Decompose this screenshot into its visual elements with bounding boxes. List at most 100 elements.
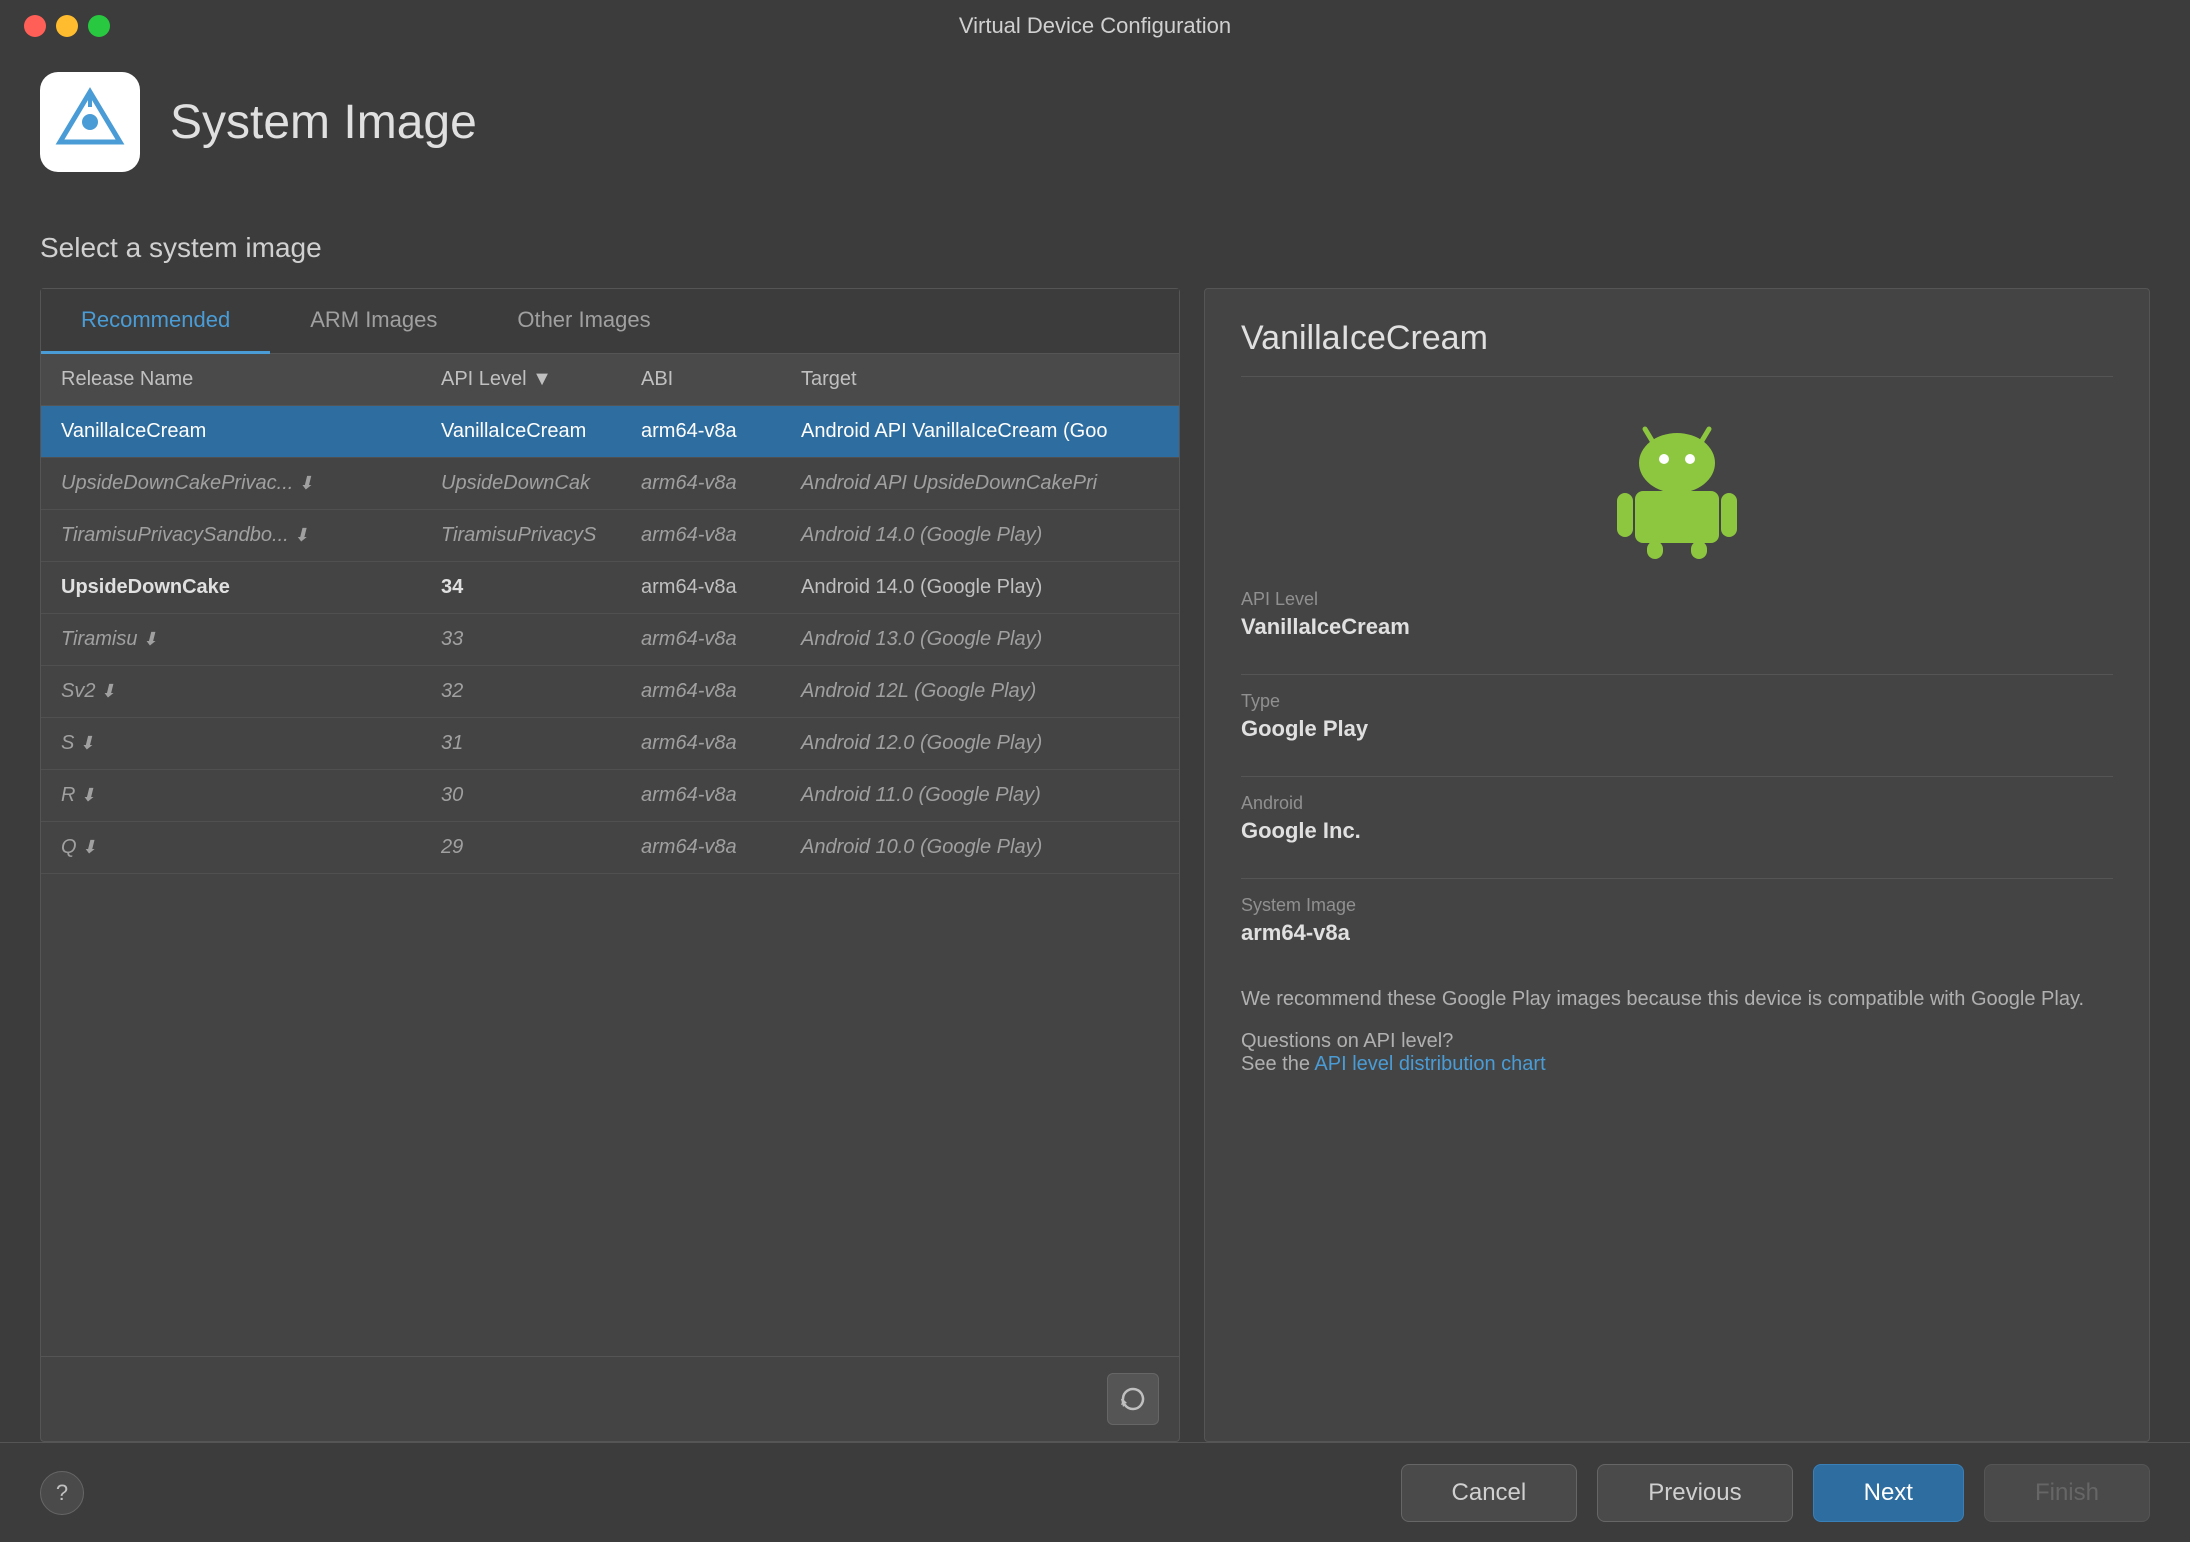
table-row[interactable]: Tiramisu ⬇33arm64-v8aAndroid 13.0 (Googl… bbox=[41, 614, 1179, 666]
target-cell: Android 13.0 (Google Play) bbox=[781, 614, 1179, 666]
target-cell: Android 14.0 (Google Play) bbox=[781, 562, 1179, 614]
divider-3 bbox=[1241, 878, 2113, 879]
target-cell: Android 12.0 (Google Play) bbox=[781, 718, 1179, 770]
target-cell: Android 14.0 (Google Play) bbox=[781, 510, 1179, 562]
type-label: Type bbox=[1241, 691, 2113, 712]
help-button[interactable]: ? bbox=[40, 1471, 84, 1515]
tab-arm-images[interactable]: ARM Images bbox=[270, 289, 477, 354]
minimize-button[interactable] bbox=[56, 15, 78, 37]
api-level-cell: 34 bbox=[421, 562, 621, 614]
select-system-image-label: Select a system image bbox=[40, 232, 2150, 264]
api-link-area: Questions on API level? See the API leve… bbox=[1241, 1030, 2113, 1076]
abi-cell: arm64-v8a bbox=[621, 406, 781, 458]
download-icon[interactable]: ⬇ bbox=[77, 837, 97, 857]
page-title: System Image bbox=[170, 95, 477, 150]
release-name-cell: VanillaIceCream bbox=[41, 406, 421, 458]
table-row[interactable]: TiramisuPrivacySandbo... ⬇TiramisuPrivac… bbox=[41, 510, 1179, 562]
table-row[interactable]: UpsideDownCake34arm64-v8aAndroid 14.0 (G… bbox=[41, 562, 1179, 614]
type-detail: Type Google Play bbox=[1241, 691, 2113, 742]
bottom-left: ? bbox=[40, 1471, 84, 1515]
android-label: Android bbox=[1241, 793, 2113, 814]
download-icon[interactable]: ⬇ bbox=[293, 473, 313, 493]
api-level-cell: VanillaIceCream bbox=[421, 406, 621, 458]
next-button[interactable]: Next bbox=[1813, 1464, 1964, 1522]
table-row[interactable]: UpsideDownCakePrivac... ⬇UpsideDownCakar… bbox=[41, 458, 1179, 510]
android-figure bbox=[1241, 401, 2113, 561]
refresh-area bbox=[41, 1356, 1179, 1441]
target-cell: Android API UpsideDownCakePri bbox=[781, 458, 1179, 510]
release-name-cell: UpsideDownCake bbox=[41, 562, 421, 614]
release-name-cell: Q ⬇ bbox=[41, 822, 421, 874]
title-bar: Virtual Device Configuration bbox=[0, 0, 2190, 52]
recommend-text: We recommend these Google Play images be… bbox=[1241, 984, 2113, 1014]
cancel-button[interactable]: Cancel bbox=[1401, 1464, 1578, 1522]
release-name-cell: R ⬇ bbox=[41, 770, 421, 822]
header-area: System Image bbox=[40, 72, 2150, 192]
divider-2 bbox=[1241, 776, 2113, 777]
system-image-label: System Image bbox=[1241, 895, 2113, 916]
download-icon[interactable]: ⬇ bbox=[138, 629, 158, 649]
col-target: Target bbox=[781, 354, 1179, 406]
panels-area: Recommended ARM Images Other Images Rele… bbox=[40, 288, 2150, 1442]
system-image-table-container: Release Name API Level ▼ ABI Target Vani… bbox=[41, 354, 1179, 1356]
download-icon[interactable]: ⬇ bbox=[74, 733, 94, 753]
api-level-cell: 32 bbox=[421, 666, 621, 718]
download-icon[interactable]: ⬇ bbox=[75, 785, 95, 805]
abi-cell: arm64-v8a bbox=[621, 666, 781, 718]
api-level-chart-link[interactable]: API level distribution chart bbox=[1314, 1053, 1545, 1075]
abi-cell: arm64-v8a bbox=[621, 822, 781, 874]
tab-recommended[interactable]: Recommended bbox=[41, 289, 270, 354]
api-level-cell: 33 bbox=[421, 614, 621, 666]
api-level-cell: UpsideDownCak bbox=[421, 458, 621, 510]
abi-cell: arm64-v8a bbox=[621, 510, 781, 562]
download-icon[interactable]: ⬇ bbox=[95, 681, 115, 701]
release-name-cell: Sv2 ⬇ bbox=[41, 666, 421, 718]
refresh-icon bbox=[1119, 1385, 1147, 1413]
table-header-row: Release Name API Level ▼ ABI Target bbox=[41, 354, 1179, 406]
abi-cell: arm64-v8a bbox=[621, 562, 781, 614]
release-name-cell: TiramisuPrivacySandbo... ⬇ bbox=[41, 510, 421, 562]
col-api-level[interactable]: API Level ▼ bbox=[421, 354, 621, 406]
abi-cell: arm64-v8a bbox=[621, 718, 781, 770]
abi-cell: arm64-v8a bbox=[621, 614, 781, 666]
divider-1 bbox=[1241, 674, 2113, 675]
android-bot-icon bbox=[1597, 401, 1757, 561]
tab-other-images[interactable]: Other Images bbox=[477, 289, 690, 354]
type-value: Google Play bbox=[1241, 716, 2113, 742]
window-controls bbox=[24, 15, 110, 37]
release-name-cell: UpsideDownCakePrivac... ⬇ bbox=[41, 458, 421, 510]
table-row[interactable]: VanillaIceCreamVanillaIceCreamarm64-v8aA… bbox=[41, 406, 1179, 458]
bottom-bar: ? Cancel Previous Next Finish bbox=[0, 1442, 2190, 1542]
col-release-name[interactable]: Release Name bbox=[41, 354, 421, 406]
table-row[interactable]: Sv2 ⬇32arm64-v8aAndroid 12L (Google Play… bbox=[41, 666, 1179, 718]
target-cell: Android API VanillaIceCream (Goo bbox=[781, 406, 1179, 458]
android-value: Google Inc. bbox=[1241, 818, 2113, 844]
target-cell: Android 10.0 (Google Play) bbox=[781, 822, 1179, 874]
col-abi: ABI bbox=[621, 354, 781, 406]
release-name-cell: S ⬇ bbox=[41, 718, 421, 770]
selected-image-title: VanillaIceCream bbox=[1241, 319, 2113, 377]
previous-button[interactable]: Previous bbox=[1597, 1464, 1792, 1522]
window-title: Virtual Device Configuration bbox=[959, 13, 1231, 39]
table-row[interactable]: S ⬇31arm64-v8aAndroid 12.0 (Google Play) bbox=[41, 718, 1179, 770]
tab-bar: Recommended ARM Images Other Images bbox=[41, 289, 1179, 354]
api-level-cell: 29 bbox=[421, 822, 621, 874]
table-row[interactable]: Q ⬇29arm64-v8aAndroid 10.0 (Google Play) bbox=[41, 822, 1179, 874]
api-level-value: VanillaIceCream bbox=[1241, 614, 2113, 640]
table-row[interactable]: R ⬇30arm64-v8aAndroid 11.0 (Google Play) bbox=[41, 770, 1179, 822]
left-panel: Recommended ARM Images Other Images Rele… bbox=[40, 288, 1180, 1442]
api-level-cell: TiramisuPrivacyS bbox=[421, 510, 621, 562]
refresh-button[interactable] bbox=[1107, 1373, 1159, 1425]
api-level-detail: API Level VanillaIceCream bbox=[1241, 589, 2113, 640]
system-image-table: Release Name API Level ▼ ABI Target Vani… bbox=[41, 354, 1179, 874]
release-name-cell: Tiramisu ⬇ bbox=[41, 614, 421, 666]
android-detail: Android Google Inc. bbox=[1241, 793, 2113, 844]
bottom-right: Cancel Previous Next Finish bbox=[1401, 1464, 2150, 1522]
download-icon[interactable]: ⬇ bbox=[289, 525, 309, 545]
main-content: System Image Select a system image Recom… bbox=[0, 52, 2190, 1442]
finish-button: Finish bbox=[1984, 1464, 2150, 1522]
android-studio-icon bbox=[55, 87, 125, 157]
target-cell: Android 12L (Google Play) bbox=[781, 666, 1179, 718]
close-button[interactable] bbox=[24, 15, 46, 37]
maximize-button[interactable] bbox=[88, 15, 110, 37]
